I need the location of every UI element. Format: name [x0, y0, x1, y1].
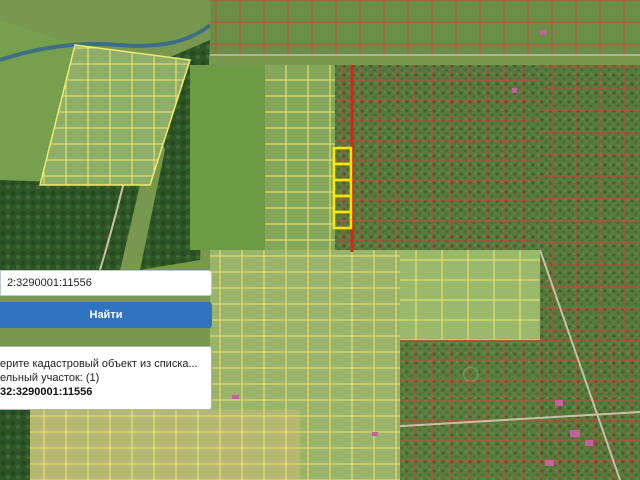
forest-left	[0, 180, 140, 270]
cadastral-search-input[interactable]: 2:3290001:11556	[0, 270, 212, 296]
find-button[interactable]: Найти	[0, 302, 212, 328]
result-cadastral-number[interactable]: 32:3290001:11556	[0, 385, 211, 399]
results-category[interactable]: ельный участок: (1)	[0, 371, 211, 385]
results-panel: ерите кадастровый объект из списка... ел…	[0, 346, 212, 410]
watermark: ○	[460, 352, 482, 393]
results-prompt: ерите кадастровый объект из списка...	[0, 358, 198, 370]
meadow-west	[190, 65, 270, 250]
